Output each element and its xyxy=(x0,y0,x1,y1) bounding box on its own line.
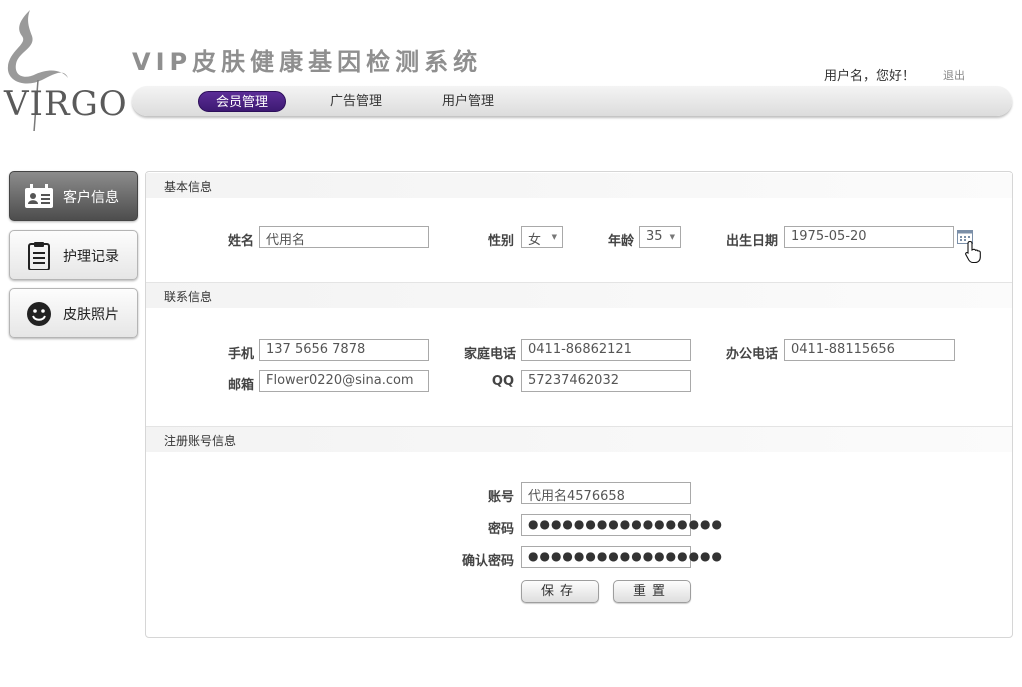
email-label: 邮箱 xyxy=(227,378,254,393)
name-field[interactable]: 代用名 xyxy=(259,226,429,248)
hand-pointer-icon xyxy=(965,240,981,264)
section-basic-info: 基本信息 xyxy=(146,173,1012,198)
birth-date-field[interactable]: 1975-05-20 xyxy=(784,226,954,248)
password-label: 密码 xyxy=(487,522,514,537)
logo-text: VIRGO xyxy=(4,84,128,124)
reset-button[interactable]: 重置 xyxy=(613,580,691,603)
home-phone-label: 家庭电话 xyxy=(463,347,516,362)
user-greeting: 用户名，您好！ xyxy=(824,69,916,84)
sidebar-item-care-records[interactable]: 护理记录 xyxy=(9,230,138,280)
account-label: 账号 xyxy=(487,490,514,505)
sidebar-item-label: 护理记录 xyxy=(63,249,119,265)
sidebar-item-label: 皮肤照片 xyxy=(63,307,119,323)
office-phone-label: 办公电话 xyxy=(725,347,778,362)
gender-label: 性别 xyxy=(487,234,514,249)
section-contact-info: 联系信息 xyxy=(146,283,1012,308)
section-title: 注册账号信息 xyxy=(164,434,237,448)
password-field[interactable]: ●●●●●●●●●●●●●●●●● xyxy=(521,514,722,536)
section-title: 联系信息 xyxy=(164,290,213,304)
sidebar-item-skin-photos[interactable]: 皮肤照片 xyxy=(9,288,138,338)
qq-field[interactable]: 57237462032 xyxy=(521,370,691,392)
sidebar-item-label: 客户信息 xyxy=(63,190,119,206)
age-label: 年龄 xyxy=(607,234,634,249)
section-title: 基本信息 xyxy=(164,180,213,194)
system-title: VIP皮肤健康基因检测系统 xyxy=(132,48,483,76)
account-field[interactable]: 代用名4576658 xyxy=(521,482,691,504)
age-value: 35 xyxy=(646,229,663,244)
nav-member-management[interactable]: 会员管理 xyxy=(198,91,286,112)
sidebar-item-customer-info[interactable]: 客户信息 xyxy=(9,171,138,221)
nav-user-management[interactable]: 用户管理 xyxy=(438,91,498,112)
qq-label: QQ xyxy=(491,374,514,389)
clipboard-icon xyxy=(28,242,50,270)
section-account-info: 注册账号信息 xyxy=(146,427,1012,452)
mobile-field[interactable]: 137 5656 7878 xyxy=(259,339,429,361)
nav-ad-management[interactable]: 广告管理 xyxy=(326,91,386,112)
contact-card-icon xyxy=(25,184,53,208)
home-phone-field[interactable]: 0411-86862121 xyxy=(521,339,691,361)
confirm-password-field[interactable]: ●●●●●●●●●●●●●●●●● xyxy=(521,546,722,568)
office-phone-field[interactable]: 0411-88115656 xyxy=(784,339,955,361)
top-nav: 会员管理 广告管理 用户管理 xyxy=(132,86,1012,116)
gender-select[interactable]: 女 ▼ xyxy=(521,226,563,248)
confirm-password-label: 确认密码 xyxy=(461,554,514,569)
save-button[interactable]: 保存 xyxy=(521,580,599,603)
gender-value: 女 xyxy=(528,233,542,248)
email-field[interactable]: Flower0220@sina.com xyxy=(259,370,429,392)
chevron-down-icon: ▼ xyxy=(669,233,675,241)
chevron-down-icon: ▼ xyxy=(551,233,557,241)
age-select[interactable]: 35 ▼ xyxy=(639,226,681,248)
smiley-icon xyxy=(27,302,51,326)
mobile-label: 手机 xyxy=(227,347,254,362)
name-label: 姓名 xyxy=(227,234,254,249)
logout-link[interactable]: 退出 xyxy=(943,67,965,83)
birth-date-label: 出生日期 xyxy=(725,234,778,249)
